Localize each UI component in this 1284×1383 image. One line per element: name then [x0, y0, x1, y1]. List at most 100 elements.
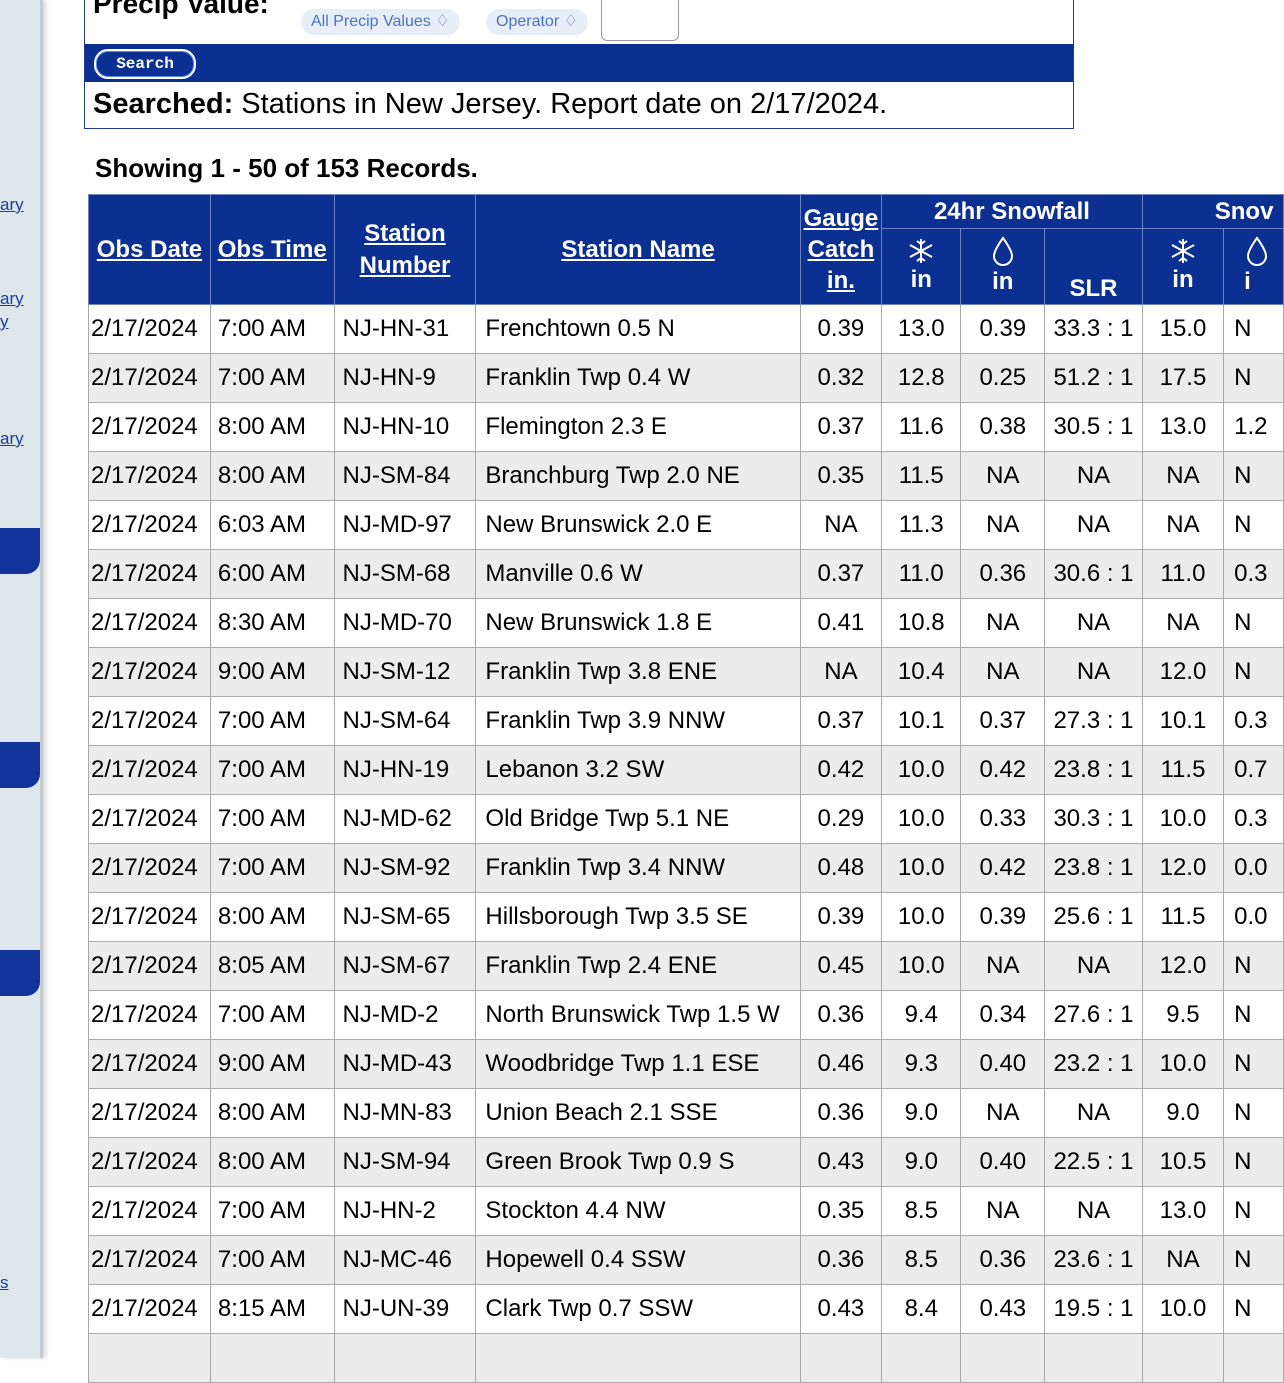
slr-cell: 30.6 : 1 — [1044, 549, 1143, 599]
snowfall-water-cell: NA — [960, 1186, 1046, 1236]
obs-date-cell: 2/17/2024 — [88, 1284, 211, 1334]
obs-date-cell: 2/17/2024 — [88, 451, 211, 501]
sidebar-link-bottom[interactable]: s — [0, 1274, 9, 1292]
obs-date-cell: 2/17/2024 — [88, 1235, 211, 1285]
sidebar-link-summary-2[interactable]: ary — [0, 290, 24, 308]
table-row: 2/17/2024 7:00 AM NJ-HN-2 Stockton 4.4 NW 0.… — [88, 1186, 1284, 1236]
station-name-cell: Woodbridge Twp 1.1 ESE — [475, 1039, 801, 1089]
header-obs-date[interactable]: Obs Date — [88, 194, 211, 305]
search-button[interactable]: Search — [94, 49, 196, 79]
snow-water-cell: 0.0 — [1223, 892, 1284, 942]
snow-depth-cell: 15.0 — [1141, 304, 1225, 354]
operator-select[interactable]: Operator ♢ — [486, 9, 588, 35]
precip-values-select[interactable]: All Precip Values ♢ — [301, 9, 460, 35]
empty-cell — [1044, 1333, 1143, 1383]
sidebar-link-summary-3[interactable]: y — [0, 313, 9, 331]
sidebar-link-summary-1[interactable]: ary — [0, 196, 24, 214]
header-station-number[interactable]: Station Number — [333, 194, 477, 305]
snowfall-water-cell: NA — [960, 500, 1046, 550]
slr-cell: NA — [1044, 941, 1143, 991]
header-gauge-catch[interactable]: Gauge Catch in. — [799, 194, 883, 305]
slr-cell: NA — [1044, 500, 1143, 550]
snow-water-cell: N — [1223, 1088, 1284, 1138]
obs-date-cell: 2/17/2024 — [88, 500, 211, 550]
sidebar-link-summary-4[interactable]: ary — [0, 430, 24, 448]
empty-cell — [960, 1333, 1046, 1383]
station-name-cell: Green Brook Twp 0.9 S — [475, 1137, 801, 1187]
obs-date-cell: 2/17/2024 — [88, 598, 211, 648]
snowfall-cell: 10.0 — [881, 941, 962, 991]
snow-depth-cell: 9.0 — [1141, 1088, 1225, 1138]
table-row: 2/17/2024 8:00 AM NJ-SM-65 Hillsborough Twp… — [88, 892, 1284, 942]
table-body: 2/17/2024 7:00 AM NJ-HN-31 Frenchtown 0.5 N… — [88, 304, 1284, 1383]
header-obs-time[interactable]: Obs Time — [209, 194, 335, 305]
sort-gauge-catch-link[interactable]: Gauge Catch in. — [804, 205, 879, 294]
snowfall-water-cell: 0.36 — [960, 1235, 1046, 1285]
snow-depth-cell: 10.1 — [1141, 696, 1225, 746]
slr-cell: 23.2 : 1 — [1044, 1039, 1143, 1089]
station-number-cell: NJ-MD-70 — [333, 598, 477, 648]
snow-depth-cell: 12.0 — [1141, 843, 1225, 893]
station-number-cell: NJ-SM-92 — [333, 843, 477, 893]
station-number-cell: NJ-HN-10 — [333, 402, 477, 452]
unit-in: in — [992, 267, 1014, 295]
header-station-name[interactable]: Station Name — [475, 194, 801, 305]
obs-time-cell: 7:00 AM — [209, 1235, 335, 1285]
gauge-catch-cell: 0.35 — [799, 451, 883, 501]
snow-depth-cell: NA — [1141, 598, 1225, 648]
obs-time-cell: 7:00 AM — [209, 843, 335, 893]
obs-date-cell: 2/17/2024 — [88, 304, 211, 354]
station-name-cell: Franklin Twp 2.4 ENE — [475, 941, 801, 991]
snowfall-water-cell: 0.38 — [960, 402, 1046, 452]
observations-table: Obs Date Obs Time Station Number Station… — [88, 194, 1284, 1383]
table-row: 2/17/2024 8:00 AM NJ-SM-94 Green Brook Twp … — [88, 1137, 1284, 1187]
sort-station-name-link[interactable]: Station Name — [561, 236, 714, 263]
slr-cell: 51.2 : 1 — [1044, 353, 1143, 403]
station-name-cell: Franklin Twp 3.8 ENE — [475, 647, 801, 697]
obs-date-cell: 2/17/2024 — [88, 990, 211, 1040]
unit-in-clipped: i — [1244, 267, 1251, 295]
search-bar: Search — [85, 44, 1073, 82]
snow-water-cell: N — [1223, 304, 1284, 354]
empty-cell — [881, 1333, 962, 1383]
gauge-catch-cell: 0.37 — [799, 696, 883, 746]
sort-obs-date-link[interactable]: Obs Date — [97, 236, 202, 263]
snow-water-cell: 0.0 — [1223, 843, 1284, 893]
snowfall-water-cell: 0.25 — [960, 353, 1046, 403]
header-snowfall-water-in: in — [960, 228, 1046, 305]
empty-cell — [333, 1333, 477, 1383]
precip-value-input[interactable] — [601, 0, 679, 41]
gauge-catch-cell: 0.36 — [799, 990, 883, 1040]
obs-time-cell: 9:00 AM — [209, 1039, 335, 1089]
empty-cell — [1141, 1333, 1225, 1383]
snow-water-cell: N — [1223, 647, 1284, 697]
snow-depth-cell: 13.0 — [1141, 1186, 1225, 1236]
sort-obs-time-link[interactable]: Obs Time — [218, 236, 327, 263]
snow-water-cell: N — [1223, 941, 1284, 991]
snowfall-water-cell: 0.33 — [960, 794, 1046, 844]
table-row: 2/17/2024 7:00 AM NJ-HN-19 Lebanon 3.2 SW 0.… — [88, 745, 1284, 795]
obs-time-cell: 8:00 AM — [209, 1137, 335, 1187]
obs-time-cell: 7:00 AM — [209, 990, 335, 1040]
snow-water-cell: N — [1223, 1137, 1284, 1187]
gauge-catch-cell: 0.37 — [799, 402, 883, 452]
station-number-cell: NJ-MN-83 — [333, 1088, 477, 1138]
snowfall-water-cell: NA — [960, 1088, 1046, 1138]
gauge-catch-cell: 0.45 — [799, 941, 883, 991]
slr-cell: NA — [1044, 1186, 1143, 1236]
search-form: Precip Value: All Precip Values ♢ Operat… — [84, 0, 1074, 129]
sort-station-number-link[interactable]: Station Number — [360, 220, 451, 279]
sidebar-section-band — [0, 950, 40, 996]
snow-water-cell: N — [1223, 500, 1284, 550]
gauge-catch-line2: Catch — [807, 236, 875, 263]
snowflake-icon — [909, 238, 933, 263]
table-row: 2/17/2024 7:00 AM NJ-HN-9 Franklin Twp 0.4 … — [88, 353, 1284, 403]
empty-cell — [209, 1333, 335, 1383]
table-row: 2/17/2024 8:15 AM NJ-UN-39 Clark Twp 0.7 SS… — [88, 1284, 1284, 1334]
snowfall-cell: 8.5 — [881, 1235, 962, 1285]
station-name-cell: Lebanon 3.2 SW — [475, 745, 801, 795]
station-name-cell: Flemington 2.3 E — [475, 402, 801, 452]
table-row: 2/17/2024 8:05 AM NJ-SM-67 Franklin Twp 2.4… — [88, 941, 1284, 991]
obs-date-cell: 2/17/2024 — [88, 402, 211, 452]
slr-cell: 30.3 : 1 — [1044, 794, 1143, 844]
